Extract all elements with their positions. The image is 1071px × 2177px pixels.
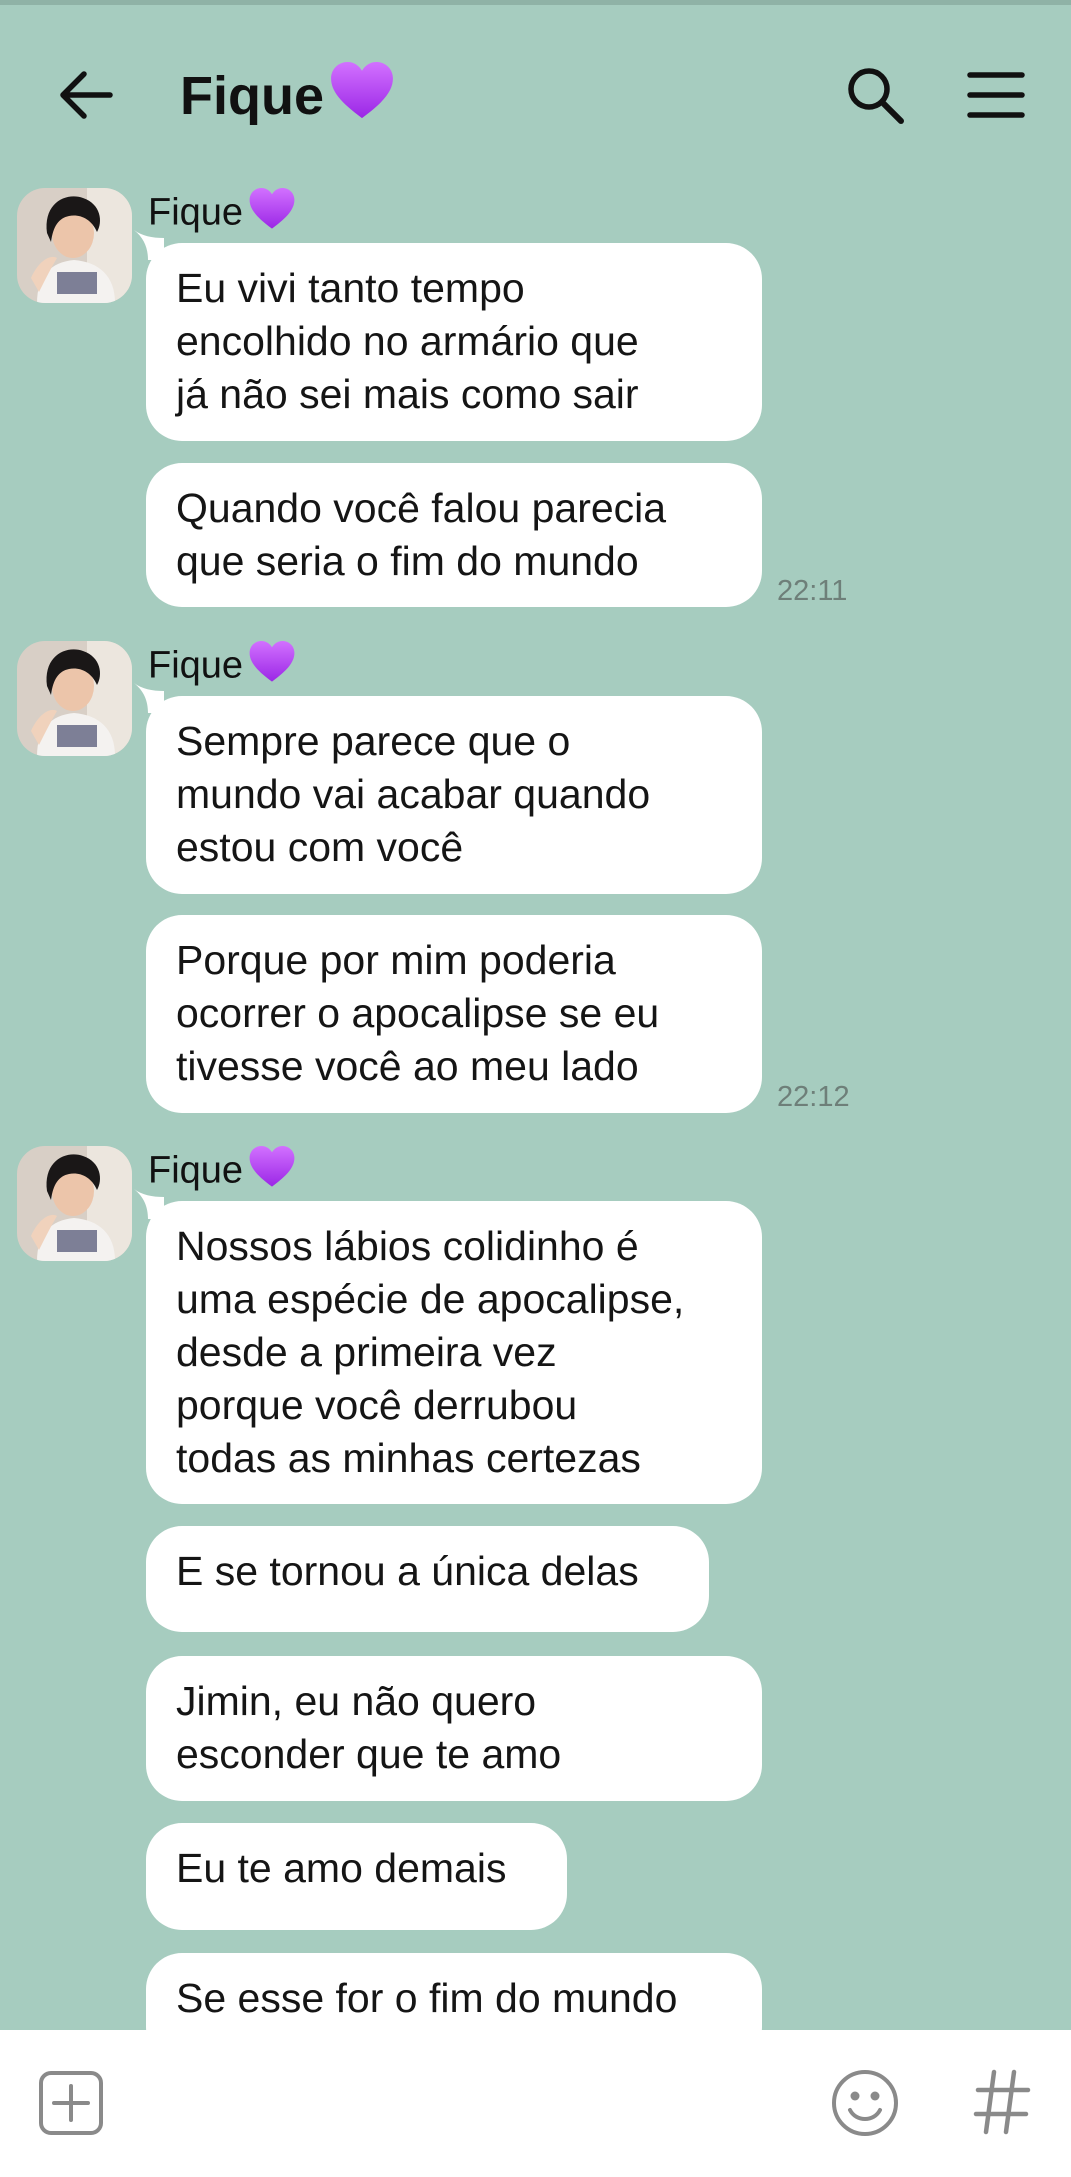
avatar[interactable] — [17, 641, 132, 756]
smiley-icon[interactable] — [830, 2068, 900, 2138]
message-bubble[interactable]: Porque por mim poderia ocorrer o apocali… — [146, 915, 762, 1113]
purple-heart-icon — [249, 188, 295, 241]
message-time: 22:12 — [777, 1081, 850, 1113]
sender-name-text: Fique — [148, 1149, 244, 1192]
message-bubble[interactable]: Eu vivi tanto tempo encolhido no armário… — [146, 243, 762, 441]
search-icon[interactable] — [845, 65, 905, 125]
message-bubble[interactable]: Quando você falou parecia que seria o fi… — [146, 463, 762, 607]
message-bubble[interactable]: Jimin, eu não quero esconder que te amo — [146, 1656, 762, 1801]
message-bubble[interactable]: Eu te amo demais — [146, 1823, 567, 1930]
sender-name-text: Fique — [148, 644, 244, 687]
message-bubble[interactable]: Sempre parece que o mundo vai acabar qua… — [146, 696, 762, 894]
purple-heart-icon — [249, 1146, 295, 1199]
purple-heart-icon — [249, 641, 295, 694]
input-bar — [0, 2030, 1071, 2177]
message-bubble[interactable]: Nossos lábios colidinho é uma espécie de… — [146, 1201, 762, 1504]
sender-name: Fique — [148, 188, 295, 241]
message-time: 22:11 — [777, 575, 848, 607]
sender-name-text: Fique — [148, 191, 244, 234]
hamburger-menu-icon[interactable] — [966, 67, 1026, 123]
purple-heart-icon — [330, 62, 394, 137]
avatar[interactable] — [17, 188, 132, 303]
plus-square-icon[interactable] — [38, 2070, 104, 2136]
arrow-left-icon[interactable] — [56, 65, 116, 125]
sender-name: Fique — [148, 641, 295, 694]
hashtag-icon[interactable] — [972, 2066, 1032, 2138]
chat-title-text: Fique — [180, 66, 324, 126]
avatar[interactable] — [17, 1146, 132, 1261]
chat-header: Fique — [0, 5, 1071, 175]
chat-title: Fique — [180, 61, 394, 137]
message-bubble[interactable]: E se tornou a única delas — [146, 1526, 709, 1632]
sender-name: Fique — [148, 1146, 295, 1199]
